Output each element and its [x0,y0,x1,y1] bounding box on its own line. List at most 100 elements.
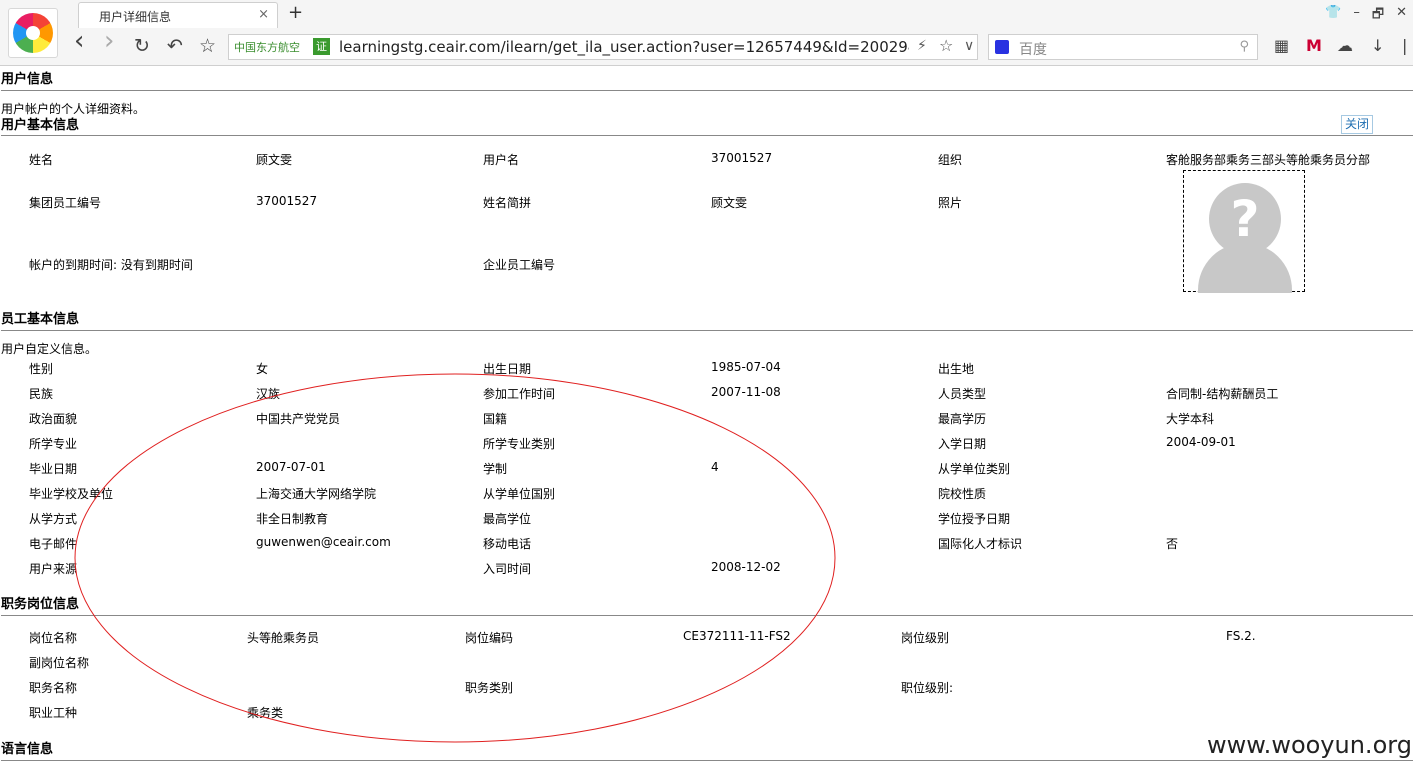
group-id-value: 37001527 [256,194,318,208]
group-id-label: 集团员工编号 [29,196,102,210]
browser-logo-icon[interactable] [8,8,58,58]
field-value: 2004-09-01 [1166,435,1236,449]
field-label: 职位级别: [901,681,954,695]
user-photo: ? [1183,170,1305,293]
field-label: 所学专业 [29,437,78,451]
field-label: 参加工作时间 [483,387,556,401]
field-label: 人员类型 [938,387,987,401]
baidu-icon [995,40,1009,54]
field-label: 国际化人才标识 [938,537,1023,551]
close-window-icon[interactable]: ✕ [1396,5,1407,27]
field-label: 职务类别 [465,681,514,695]
divider [1,135,1413,136]
download-icon[interactable]: ↓ [1371,36,1384,55]
field-label: 用户来源 [29,562,78,576]
certificate-icon[interactable]: 证 [313,38,330,55]
bolt-icon[interactable]: ⚡ [917,38,927,54]
reload-icon[interactable]: ↻ [134,35,150,57]
field-label: 入学日期 [938,437,987,451]
section-title-user-info: 用户信息 [1,72,54,87]
divider [1,330,1413,331]
field-label: 学制 [483,462,508,476]
photo-label: 照片 [938,196,963,210]
field-label: 职务名称 [29,681,78,695]
field-value: FS.2. [1226,629,1256,643]
field-value: 乘务类 [247,706,284,720]
field-value: 大学本科 [1166,412,1215,426]
field-label: 移动电话 [483,537,532,551]
dropdown-icon[interactable]: ∨ [964,38,974,54]
divider [1,90,1413,91]
field-value: CE372111-11-FS2 [683,629,791,643]
field-value: 汉族 [256,387,281,401]
search-box[interactable]: 百度 ⚲ [988,34,1258,60]
section-title-language-info: 语言信息 [1,742,54,757]
watermark: www.wooyun.org [1207,731,1412,759]
field-value: 否 [1166,537,1179,551]
field-label: 出生地 [938,362,975,376]
expire-label: 帐户的到期时间: 没有到期时间 [29,258,193,272]
page-content: 用户信息 用户帐户的个人详细资料。 用户基本信息 关闭 姓名 顾文雯 用户名 3… [0,67,1413,773]
close-button[interactable]: 关闭 [1341,115,1373,134]
field-value: guwenwen@ceair.com [256,535,391,549]
field-value: 女 [256,362,269,376]
field-label: 岗位名称 [29,631,78,645]
username-label: 用户名 [483,153,520,167]
field-label: 毕业日期 [29,462,78,476]
tab-close-icon[interactable]: × [258,7,269,22]
name-label: 姓名 [29,153,54,167]
name-value: 顾文雯 [256,153,293,167]
field-label: 岗位编码 [465,631,514,645]
m-extension-icon[interactable]: M [1306,36,1322,55]
section-title-basic-info: 用户基本信息 [1,118,80,133]
field-label: 从学方式 [29,512,78,526]
field-label: 政治面貌 [29,412,78,426]
org-value: 客舱服务部乘务三部头等舱乘务员分部 [1166,153,1371,167]
browser-chrome: 用户详细信息 × + 👕 – 🗗 ✕ ‹ › ↻ ↶ ☆ 中国东方航空 证 le… [0,0,1413,66]
field-label: 学位授予日期 [938,512,1011,526]
nav-bar: ‹ › ↻ ↶ ☆ 中国东方航空 证 learningstg.ceair.com… [64,28,1413,64]
forward-icon[interactable]: › [104,28,114,54]
field-label: 国籍 [483,412,508,426]
search-placeholder: 百度 [1019,42,1047,58]
field-value: 上海交通大学网络学院 [256,487,377,501]
undo-close-icon[interactable]: ↶ [167,35,183,57]
corp-id-label: 企业员工编号 [483,258,556,272]
field-value: 合同制-结构薪酬员工 [1166,387,1279,401]
field-label: 从学单位类别 [938,462,1011,476]
field-label: 出生日期 [483,362,532,376]
username-value: 37001527 [711,151,773,165]
field-label: 所学专业类别 [483,437,556,451]
field-value: 1985-07-04 [711,360,781,374]
field-label: 最高学位 [483,512,532,526]
field-label: 从学单位国别 [483,487,556,501]
search-icon[interactable]: ⚲ [1239,39,1249,54]
field-value: 4 [711,460,719,474]
url-text[interactable]: learningstg.ceair.com/ilearn/get_ila_use… [339,38,909,56]
restore-icon[interactable]: 🗗 [1372,5,1384,27]
favorite-icon[interactable]: ☆ [199,35,216,57]
cloud-icon[interactable]: ☁ [1337,36,1353,55]
section-title-position-info: 职务岗位信息 [1,597,80,612]
tab-user-detail[interactable]: 用户详细信息 × [78,2,278,28]
field-label: 性别 [29,362,54,376]
employee-info-note: 用户自定义信息。 [1,342,98,356]
minimize-icon[interactable]: – [1353,5,1360,27]
address-bar[interactable]: 中国东方航空 证 learningstg.ceair.com/ilearn/ge… [228,34,978,60]
field-label: 职业工种 [29,706,78,720]
field-value: 头等舱乘务员 [247,631,320,645]
field-label: 电子邮件 [29,537,78,551]
tab-title: 用户详细信息 [99,10,172,24]
new-tab-button[interactable]: + [288,2,303,23]
apps-icon[interactable]: ▦ [1274,36,1289,55]
back-icon[interactable]: ‹ [74,28,84,54]
field-label: 民族 [29,387,54,401]
field-value: 2007-07-01 [256,460,326,474]
pinyin-label: 姓名简拼 [483,196,532,210]
skin-icon[interactable]: 👕 [1325,5,1341,27]
divider [1,615,1413,616]
field-label: 入司时间 [483,562,532,576]
menu-icon[interactable]: | [1402,36,1407,55]
bookmark-star-icon[interactable]: ☆ [939,36,953,55]
field-value: 中国共产党党员 [256,412,341,426]
